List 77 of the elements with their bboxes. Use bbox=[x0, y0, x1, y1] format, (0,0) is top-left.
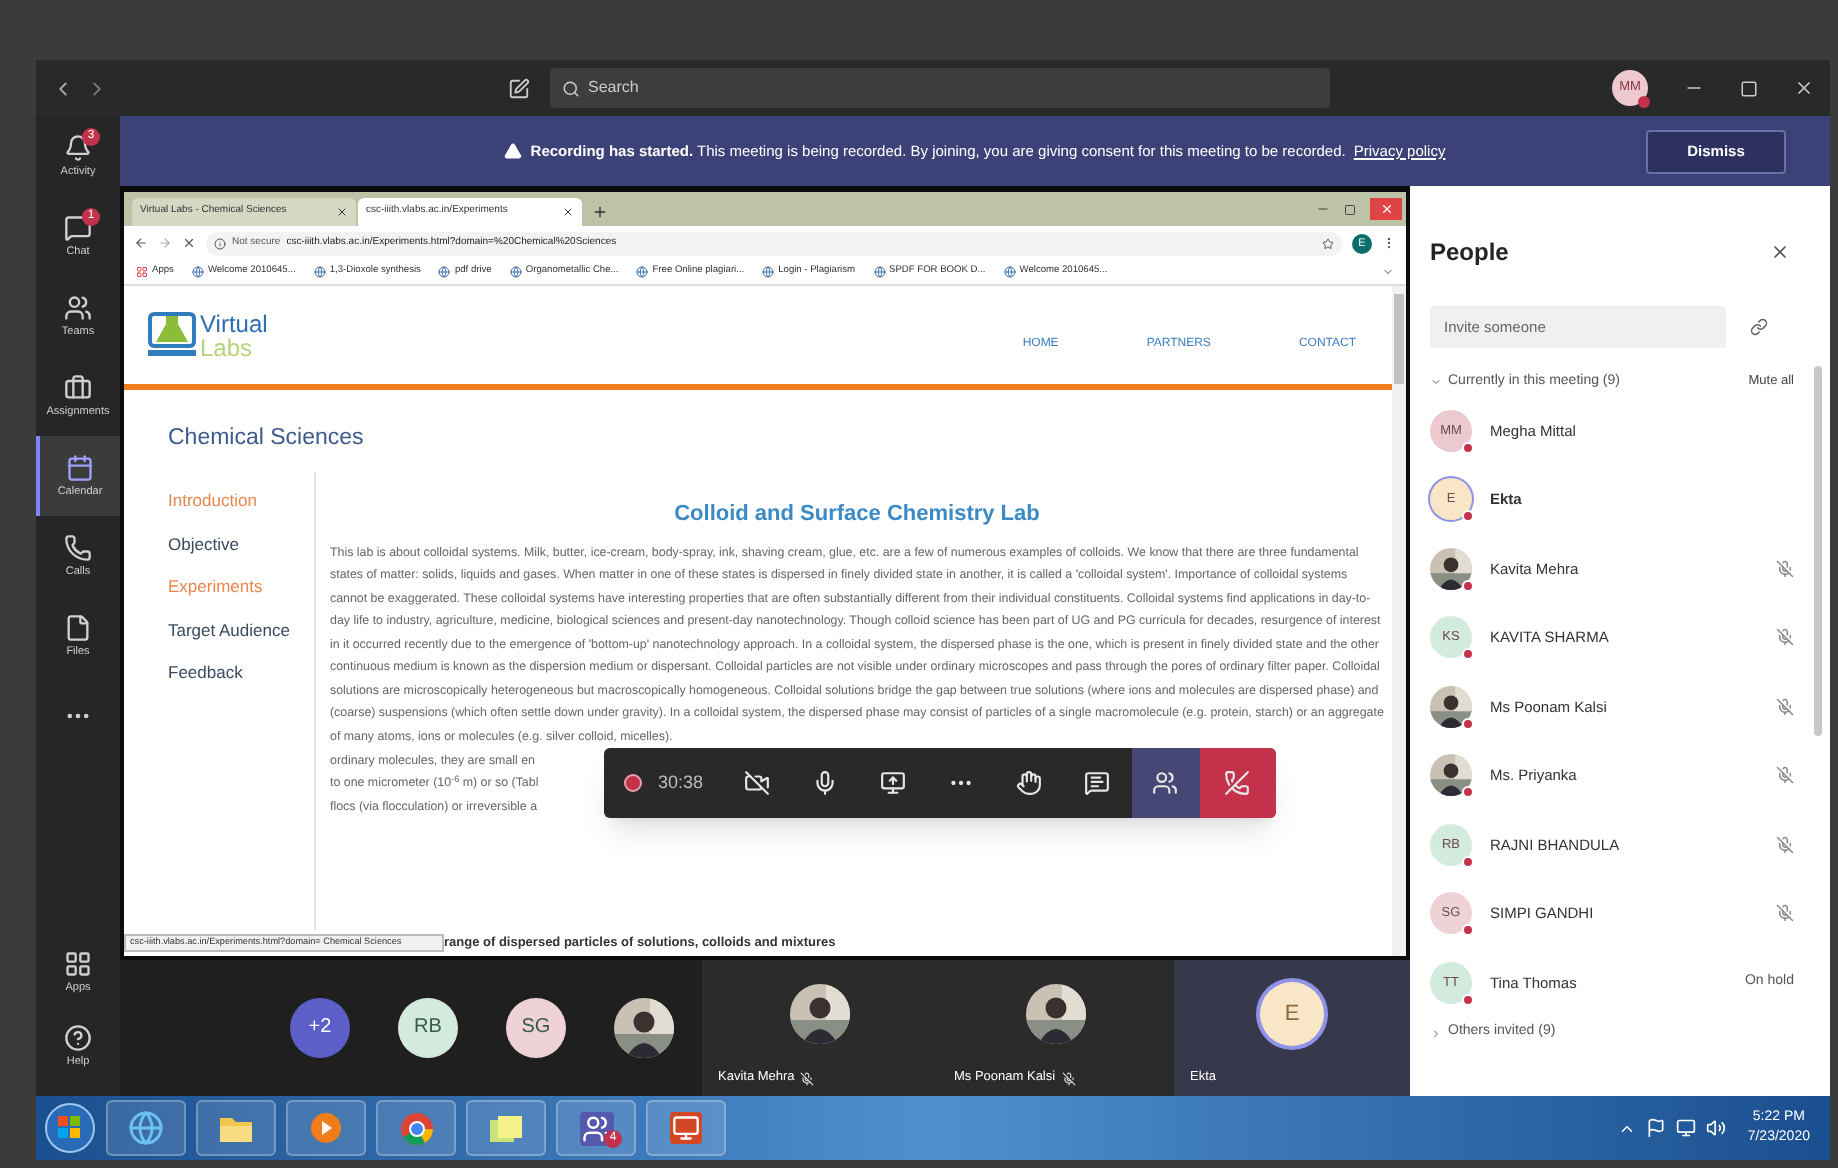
back-icon[interactable] bbox=[134, 236, 148, 250]
play-icon bbox=[310, 1112, 342, 1144]
share-screen-icon bbox=[880, 770, 907, 797]
new-tab-icon[interactable] bbox=[592, 204, 608, 220]
close-icon[interactable] bbox=[1770, 242, 1790, 262]
taskbar-app[interactable] bbox=[196, 1100, 276, 1156]
taskbar-app[interactable] bbox=[106, 1100, 186, 1156]
participant-avatar: SG bbox=[506, 998, 566, 1058]
help-icon bbox=[64, 1024, 92, 1052]
close-window-button[interactable] bbox=[1370, 198, 1402, 220]
apps-icon bbox=[64, 950, 92, 978]
call-control-button[interactable] bbox=[1131, 748, 1200, 819]
taskbar-app[interactable] bbox=[646, 1100, 726, 1156]
logo-text: Virtual bbox=[200, 311, 268, 335]
teams-icon bbox=[579, 1111, 613, 1145]
site-icon bbox=[1003, 266, 1016, 278]
site-icon bbox=[509, 266, 522, 278]
microphone-icon bbox=[812, 770, 839, 797]
site-icon bbox=[636, 266, 649, 278]
bell-icon bbox=[64, 133, 92, 161]
chat-icon bbox=[64, 213, 92, 241]
hang-up-button[interactable] bbox=[1199, 748, 1276, 819]
sidebar-link[interactable]: Target Audience bbox=[168, 617, 314, 643]
taskbar-app[interactable] bbox=[376, 1100, 456, 1156]
panel-title: People bbox=[1430, 236, 1509, 270]
site-icon bbox=[762, 266, 775, 278]
file-icon bbox=[64, 613, 92, 641]
people-icon bbox=[64, 293, 92, 321]
section-heading: Chemical Sciences bbox=[166, 424, 366, 454]
phone-icon bbox=[64, 533, 92, 561]
chat-icon bbox=[1084, 770, 1111, 797]
recording-icon bbox=[624, 774, 642, 793]
flag-icon[interactable] bbox=[1645, 1118, 1666, 1138]
network-icon[interactable] bbox=[1675, 1118, 1696, 1138]
call-timer: 30:38 bbox=[658, 770, 704, 796]
search-field[interactable]: Search bbox=[550, 68, 1330, 108]
folder-icon bbox=[218, 1113, 254, 1143]
warning-icon bbox=[504, 142, 523, 160]
close-icon[interactable] bbox=[1794, 78, 1814, 98]
scrollbar[interactable] bbox=[1814, 366, 1822, 736]
presentation-icon bbox=[670, 1112, 702, 1144]
overflow-count[interactable]: +2 bbox=[290, 998, 350, 1058]
compose-icon[interactable] bbox=[508, 77, 530, 99]
people-icon bbox=[1152, 770, 1179, 797]
participant-avatar: E bbox=[1260, 982, 1324, 1047]
chrome-icon bbox=[399, 1111, 433, 1145]
camera-off-icon bbox=[744, 770, 771, 797]
close-tab-icon[interactable] bbox=[562, 206, 574, 218]
volume-icon[interactable] bbox=[1705, 1118, 1726, 1138]
hand-icon bbox=[1016, 770, 1043, 797]
search-icon bbox=[562, 79, 580, 97]
info-icon bbox=[214, 237, 226, 249]
stop-icon[interactable] bbox=[182, 236, 196, 250]
site-icon bbox=[873, 266, 886, 278]
hang-up-icon bbox=[1224, 770, 1251, 797]
page-title: Colloid and Surface Chemistry Lab bbox=[672, 500, 1042, 531]
scrollbar[interactable] bbox=[1392, 286, 1406, 956]
taskbar-app[interactable] bbox=[466, 1100, 546, 1156]
maximize-icon[interactable] bbox=[1344, 204, 1356, 216]
sidebar-link[interactable]: Objective bbox=[168, 531, 314, 557]
logo-text: Labs bbox=[200, 335, 255, 359]
site-icon bbox=[313, 266, 326, 278]
start-button[interactable] bbox=[44, 1102, 96, 1154]
menu-icon[interactable] bbox=[1382, 236, 1396, 250]
link-icon[interactable] bbox=[1750, 318, 1768, 336]
site-icon bbox=[438, 266, 451, 278]
bookmark-star-icon[interactable] bbox=[1322, 237, 1334, 249]
sidebar-link[interactable]: Feedback bbox=[168, 660, 314, 686]
site-icon bbox=[191, 266, 204, 278]
apps-icon bbox=[136, 266, 148, 278]
close-icon bbox=[1379, 202, 1393, 216]
globe-icon bbox=[128, 1110, 164, 1146]
briefcase-icon bbox=[64, 373, 92, 401]
close-tab-icon[interactable] bbox=[336, 206, 348, 218]
participant-avatar: RB bbox=[398, 998, 458, 1058]
calendar-icon bbox=[66, 453, 94, 481]
notes-icon bbox=[488, 1113, 524, 1143]
